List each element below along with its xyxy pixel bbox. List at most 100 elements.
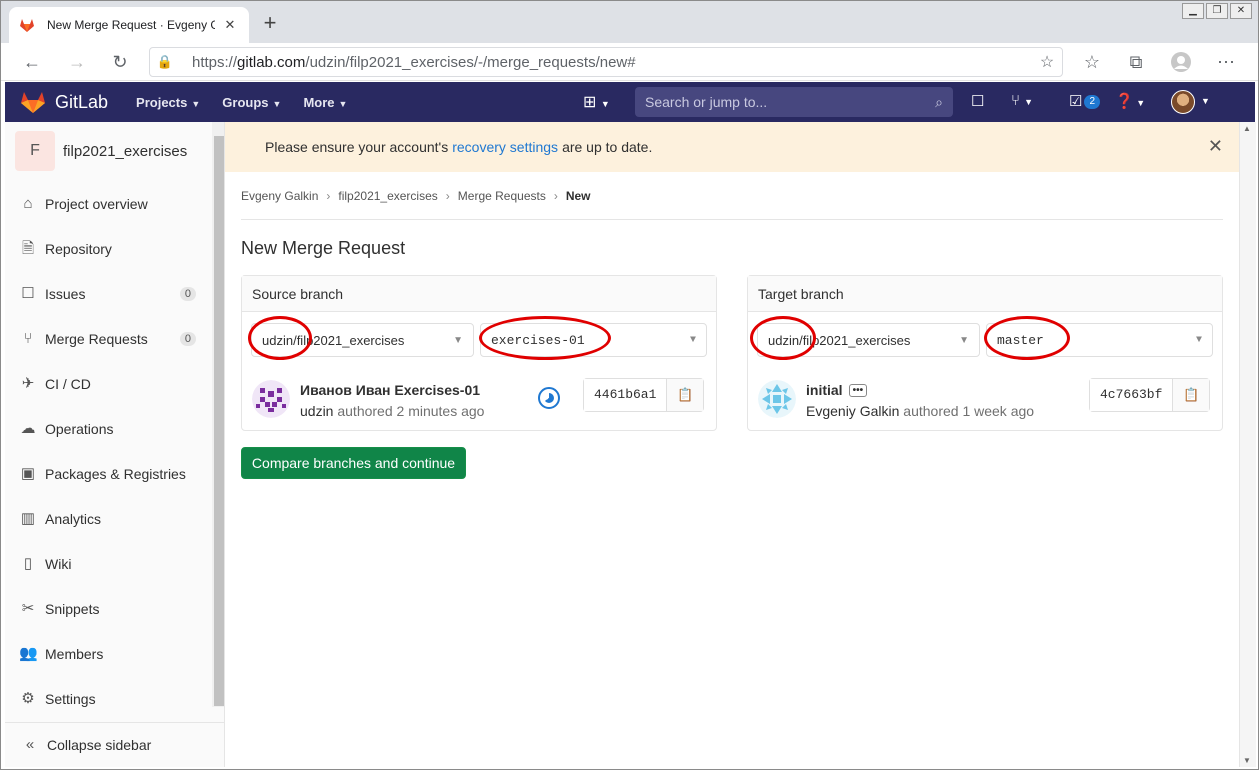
search-placeholder: Search or jump to... [645, 94, 768, 110]
collections-icon[interactable]: ⧉ [1123, 49, 1149, 75]
close-window-icon[interactable]: ✕ [1230, 3, 1252, 19]
annotation-oval [479, 316, 611, 360]
tab-strip: New Merge Request · Evgeny Ga ✕ + ▁ ❐ ✕ [1, 1, 1258, 43]
url-text: https://gitlab.com/udzin/filp2021_exerci… [192, 53, 636, 71]
nav-more[interactable]: More ▼ [303, 95, 347, 110]
chevron-down-icon[interactable]: ▼ [1201, 96, 1210, 106]
users-icon: 👥 [19, 645, 38, 662]
breadcrumb: Evgeny Galkin › filp2021_exercises › Mer… [241, 189, 591, 203]
pipeline-status-icon[interactable] [538, 387, 560, 409]
sidebar-item-wiki[interactable]: ▯ Wiki [5, 544, 210, 584]
copy-icon[interactable]: 📋 [667, 379, 704, 411]
gear-icon: ⚙ [21, 690, 35, 707]
scissors-icon: ✂ [21, 600, 35, 617]
todo-count-badge: 2 [1084, 95, 1101, 109]
sidebar-item-issues[interactable]: ☐ Issues 0 [5, 274, 210, 314]
todos-icon[interactable]: ☑ 2 [1069, 92, 1101, 110]
back-icon[interactable]: ← [19, 49, 45, 75]
scroll-down-icon[interactable]: ▼ [1243, 756, 1251, 765]
sidebar-item-packages[interactable]: ▣ Packages & Registries [5, 454, 210, 494]
issues-header-icon[interactable]: ☐ [971, 92, 984, 110]
window-controls: ▁ ❐ ✕ [1182, 3, 1252, 19]
nav-projects[interactable]: Projects ▼ [136, 95, 200, 110]
breadcrumb-current[interactable]: New [566, 189, 591, 203]
sidebar-item-merge-requests[interactable]: ⑂ Merge Requests 0 [5, 319, 210, 359]
chart-icon: ▥ [20, 510, 36, 527]
gitlab-logo-icon[interactable] [19, 88, 47, 116]
close-icon[interactable]: ✕ [1208, 136, 1223, 157]
close-tab-icon[interactable]: ✕ [221, 16, 239, 34]
expand-commit-icon[interactable]: ••• [848, 384, 868, 397]
page-scrollbar[interactable]: ▲ ▼ [1239, 122, 1256, 767]
project-header[interactable]: F filp2021_exercises [5, 122, 224, 180]
target-commit-title[interactable]: initial ••• [806, 382, 868, 398]
scroll-up-icon[interactable]: ▲ [1243, 124, 1251, 133]
user-avatar[interactable] [1171, 90, 1195, 114]
profile-icon[interactable] [1168, 49, 1194, 75]
target-branch-heading: Target branch [748, 276, 1222, 312]
recovery-settings-link[interactable]: recovery settings [452, 139, 558, 155]
copy-icon[interactable]: 📋 [1173, 379, 1210, 411]
breadcrumb-project[interactable]: filp2021_exercises [338, 189, 437, 203]
source-sha-text[interactable]: 4461b6a1 [584, 379, 668, 411]
search-icon: ⌕ [935, 93, 943, 110]
new-tab-icon[interactable]: + [259, 12, 281, 35]
lock-icon[interactable]: 🔒 [150, 54, 180, 70]
sidebar-item-snippets[interactable]: ✂ Snippets [5, 589, 210, 629]
commit-author-avatar[interactable] [252, 380, 290, 418]
merge-requests-header-icon[interactable]: ⑂ ▼ [1011, 92, 1033, 109]
gitlab-brand[interactable]: GitLab [55, 92, 108, 113]
favorites-icon[interactable]: ☆ [1079, 49, 1105, 75]
sidebar-item-repository[interactable]: 🗎 Repository [5, 229, 210, 269]
source-commit-meta: udzin authored 2 minutes ago [300, 403, 485, 419]
target-branch-panel: Target branch udzin/filp2021_exercises ▼… [747, 275, 1223, 431]
merge-requests-count-badge: 0 [179, 332, 196, 346]
annotation-oval [248, 316, 312, 360]
sidebar-item-analytics[interactable]: ▥ Analytics [5, 499, 210, 539]
chevron-down-icon: ▼ [453, 334, 463, 346]
breadcrumb-merge-requests[interactable]: Merge Requests [458, 189, 546, 203]
reload-icon[interactable]: ↻ [107, 49, 133, 75]
project-name: filp2021_exercises [63, 142, 188, 160]
nav-groups[interactable]: Groups ▼ [222, 95, 281, 110]
forward-icon[interactable]: → [64, 49, 90, 75]
chevron-down-icon: ▼ [689, 334, 696, 346]
browser-tab[interactable]: New Merge Request · Evgeny Ga ✕ [9, 7, 249, 43]
new-item-icon[interactable]: ⊞ ▼ [583, 92, 610, 112]
target-commit-sha: 4c7663bf 📋 [1089, 378, 1211, 412]
flash-text-after: are up to date. [562, 139, 653, 155]
restore-icon[interactable]: ❐ [1206, 3, 1228, 19]
annotation-oval [984, 316, 1070, 360]
source-commit-title[interactable]: Иванов Иван Exercises-01 [300, 382, 480, 398]
search-input[interactable]: Search or jump to... ⌕ [635, 87, 953, 117]
flash-notice: Please ensure your account's recovery se… [225, 122, 1239, 172]
document-icon: 🗎 [21, 240, 35, 257]
breadcrumb-user[interactable]: Evgeny Galkin [241, 189, 318, 203]
sidebar-item-operations[interactable]: ☁ Operations [5, 409, 210, 449]
sidebar-scrollbar[interactable] [212, 122, 224, 707]
page-title: New Merge Request [241, 238, 406, 258]
sidebar-item-project-overview[interactable]: ⌂ Project overview [5, 184, 210, 224]
collapse-sidebar-button[interactable]: «Collapse sidebar [5, 722, 224, 767]
target-sha-text[interactable]: 4c7663bf [1090, 379, 1174, 411]
sidebar-item-settings[interactable]: ⚙ Settings [5, 679, 210, 719]
rocket-icon: ✈ [21, 375, 35, 392]
compare-branches-button[interactable]: Compare branches and continue [241, 447, 466, 479]
sidebar-scrollbar-thumb[interactable] [214, 136, 224, 706]
browser-menu-icon[interactable]: ⋯ [1213, 49, 1239, 75]
tab-title: New Merge Request · Evgeny Ga [47, 18, 215, 32]
commit-author-avatar[interactable] [758, 380, 796, 418]
cloud-gear-icon: ☁ [20, 420, 36, 437]
address-bar[interactable]: 🔒 https://gitlab.com/udzin/filp2021_exer… [149, 47, 1063, 77]
chevron-down-icon: ▼ [959, 334, 969, 346]
sidebar-item-members[interactable]: 👥 Members [5, 634, 210, 674]
add-favorite-icon[interactable]: ☆ [1032, 52, 1062, 72]
package-icon: ▣ [20, 465, 36, 482]
minimize-icon[interactable]: ▁ [1182, 3, 1204, 19]
issues-count-badge: 0 [179, 287, 196, 301]
chevron-down-icon: ▼ [338, 98, 348, 109]
sidebar-item-ci-cd[interactable]: ✈ CI / CD [5, 364, 210, 404]
help-icon[interactable]: ❓ ▼ [1115, 92, 1145, 110]
double-chevron-left-icon: « [25, 736, 35, 753]
gitlab-favicon-icon [20, 19, 34, 32]
